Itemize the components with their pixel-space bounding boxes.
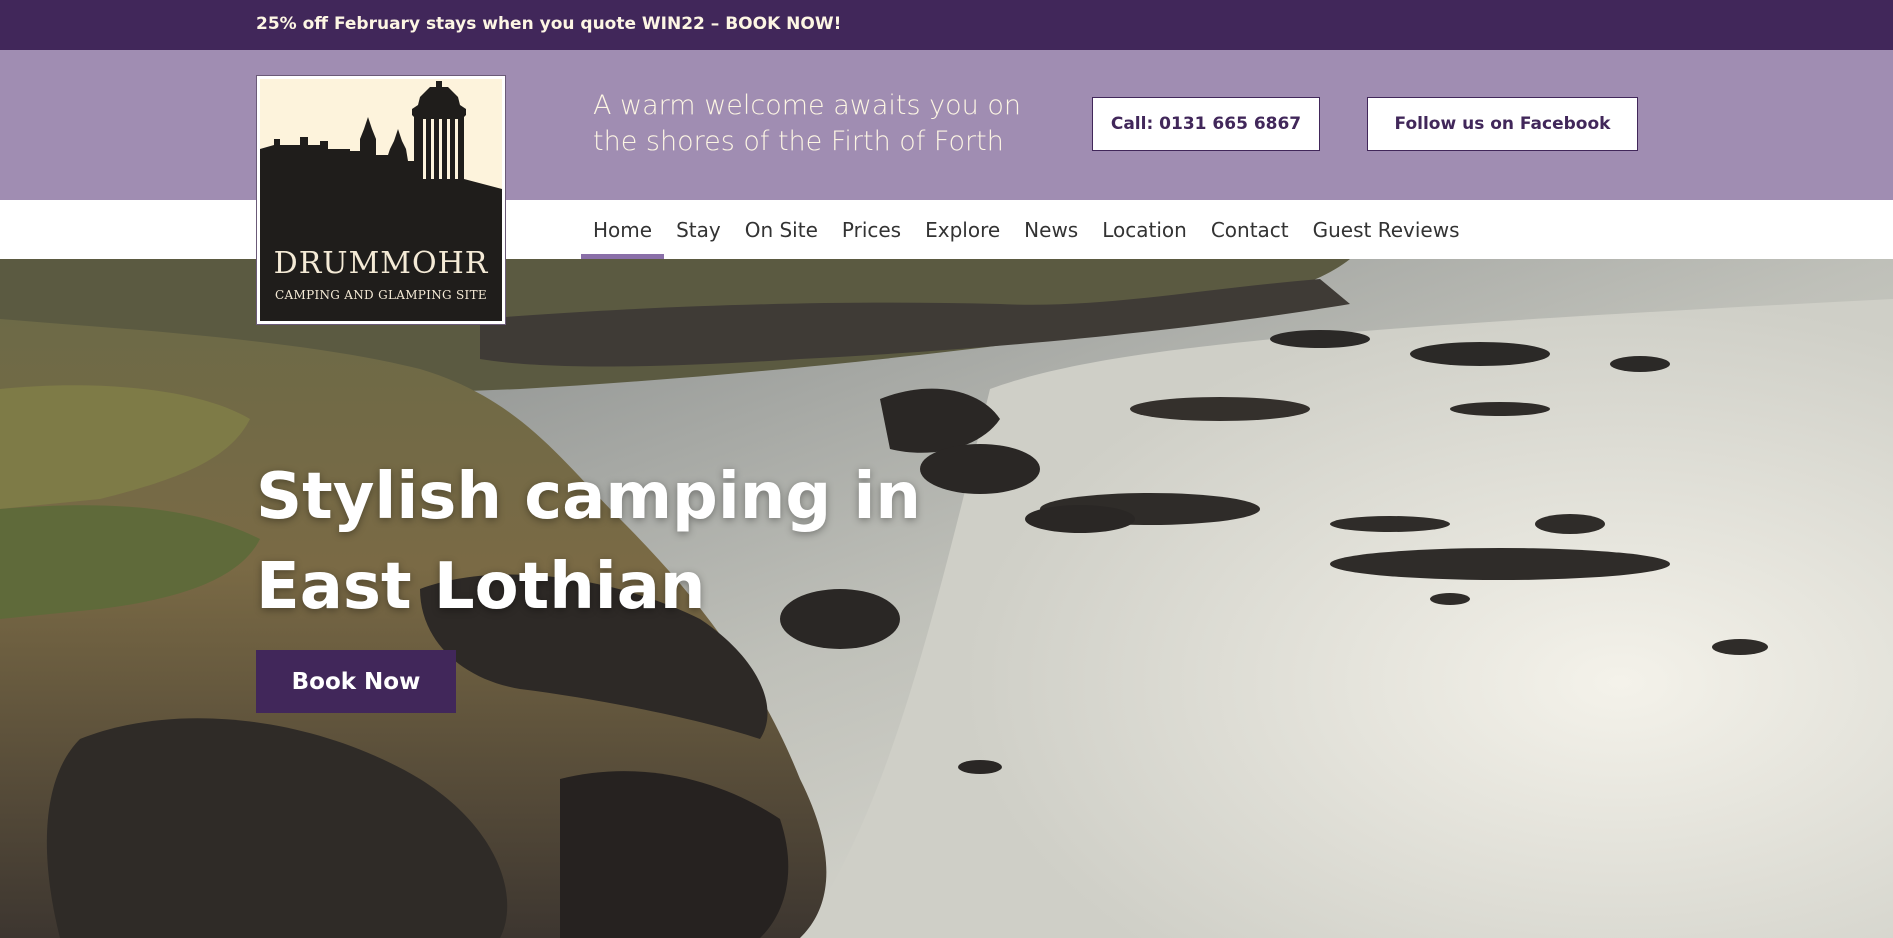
nav-item-on-site[interactable]: On Site bbox=[733, 200, 830, 259]
main-nav: Home Stay On Site Prices Explore News Lo… bbox=[581, 200, 1472, 259]
nav-item-news[interactable]: News bbox=[1012, 200, 1090, 259]
site-logo[interactable]: DRUMMOHR CAMPING AND GLAMPING SITE bbox=[257, 76, 505, 324]
logo-name: DRUMMOHR bbox=[273, 246, 489, 281]
header-tagline: A warm welcome awaits you on the shores … bbox=[593, 90, 1021, 157]
promo-bar: 25% off February stays when you quote WI… bbox=[0, 0, 1893, 50]
nav-item-contact[interactable]: Contact bbox=[1199, 200, 1301, 259]
nav-item-stay[interactable]: Stay bbox=[664, 200, 733, 259]
nav-item-explore[interactable]: Explore bbox=[913, 200, 1012, 259]
call-button[interactable]: Call: 0131 665 6867 bbox=[1092, 97, 1320, 151]
promo-link[interactable]: 25% off February stays when you quote WI… bbox=[256, 14, 841, 34]
hero-title: Stylish camping in East Lothian bbox=[256, 460, 921, 624]
facebook-button[interactable]: Follow us on Facebook bbox=[1367, 97, 1638, 151]
logo-subtitle: CAMPING AND GLAMPING SITE bbox=[275, 288, 487, 302]
nav-item-home[interactable]: Home bbox=[581, 200, 665, 259]
book-now-button[interactable]: Book Now bbox=[256, 650, 456, 713]
castle-skyline-icon bbox=[260, 81, 502, 249]
nav-item-prices[interactable]: Prices bbox=[830, 200, 913, 259]
nav-item-guest-reviews[interactable]: Guest Reviews bbox=[1301, 200, 1472, 259]
nav-item-location[interactable]: Location bbox=[1090, 200, 1199, 259]
